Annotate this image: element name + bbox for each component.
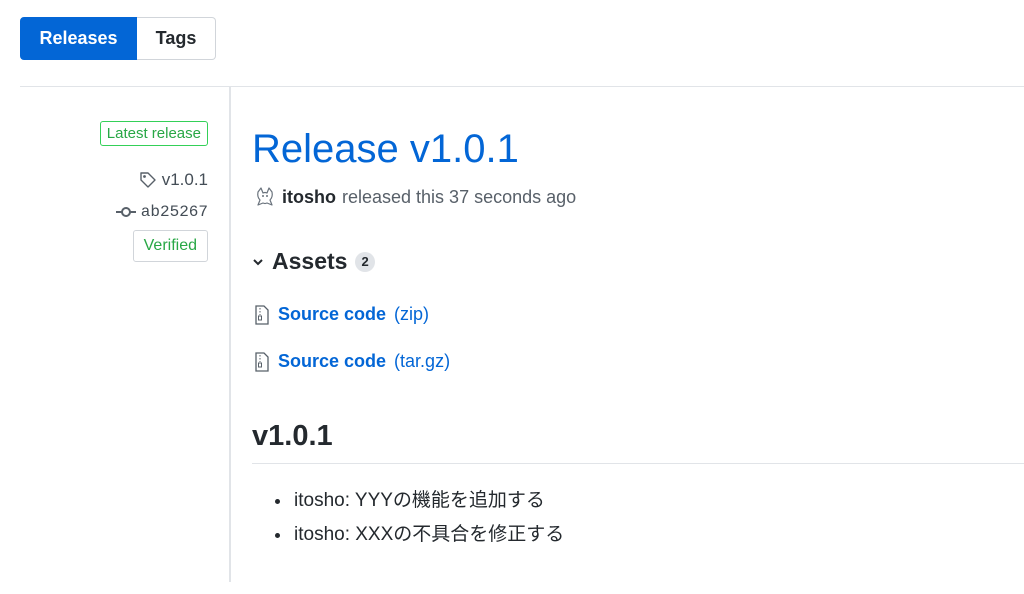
asset-link-zip[interactable]: Source code (zip) <box>254 304 429 325</box>
list-item: itosho: YYYの機能を追加する <box>292 484 564 518</box>
assets-title: Assets <box>272 248 348 274</box>
file-zip-icon <box>254 304 270 325</box>
release-title[interactable]: Release v1.0.1 <box>252 124 519 174</box>
latest-release-badge: Latest release <box>99 121 208 146</box>
notes-heading-divider <box>252 463 1024 464</box>
tab-releases[interactable]: Releases <box>20 17 137 60</box>
release-tabs: Releases Tags <box>20 17 216 60</box>
assets-count-badge: 2 <box>355 251 375 272</box>
commit-sha: ab25267 <box>140 203 208 221</box>
asset-ext: (zip) <box>394 304 430 324</box>
release-notes-list: itosho: YYYの機能を追加する itosho: XXXの不具合を修正する <box>252 484 564 552</box>
list-item: itosho: XXXの不具合を修正する <box>292 518 564 552</box>
asset-link-targz[interactable]: Source code (tar.gz) <box>254 351 450 372</box>
file-zip-icon <box>254 351 270 372</box>
tag-icon <box>139 171 157 189</box>
tag-link[interactable]: v1.0.1 <box>139 170 208 190</box>
asset-name: Source code <box>278 351 387 371</box>
release-author[interactable]: itosho <box>282 187 336 208</box>
release-author-line: itosho released this 37 seconds ago <box>254 186 576 208</box>
assets-toggle[interactable]: Assets 2 <box>252 248 375 275</box>
tab-tags[interactable]: Tags <box>137 17 216 60</box>
git-commit-icon <box>115 205 136 219</box>
release-time-text: released this 37 seconds ago <box>342 186 577 207</box>
header-divider <box>20 86 1024 87</box>
asset-name: Source code <box>278 304 387 324</box>
commit-link[interactable]: ab25267 <box>115 203 208 221</box>
avatar[interactable] <box>254 186 276 208</box>
verified-badge[interactable]: Verified <box>132 230 208 262</box>
release-notes-heading: v1.0.1 <box>252 420 333 452</box>
timeline-divider <box>229 87 231 582</box>
tag-name: v1.0.1 <box>161 170 208 189</box>
chevron-down-icon <box>252 257 264 267</box>
asset-ext: (tar.gz) <box>394 351 451 371</box>
